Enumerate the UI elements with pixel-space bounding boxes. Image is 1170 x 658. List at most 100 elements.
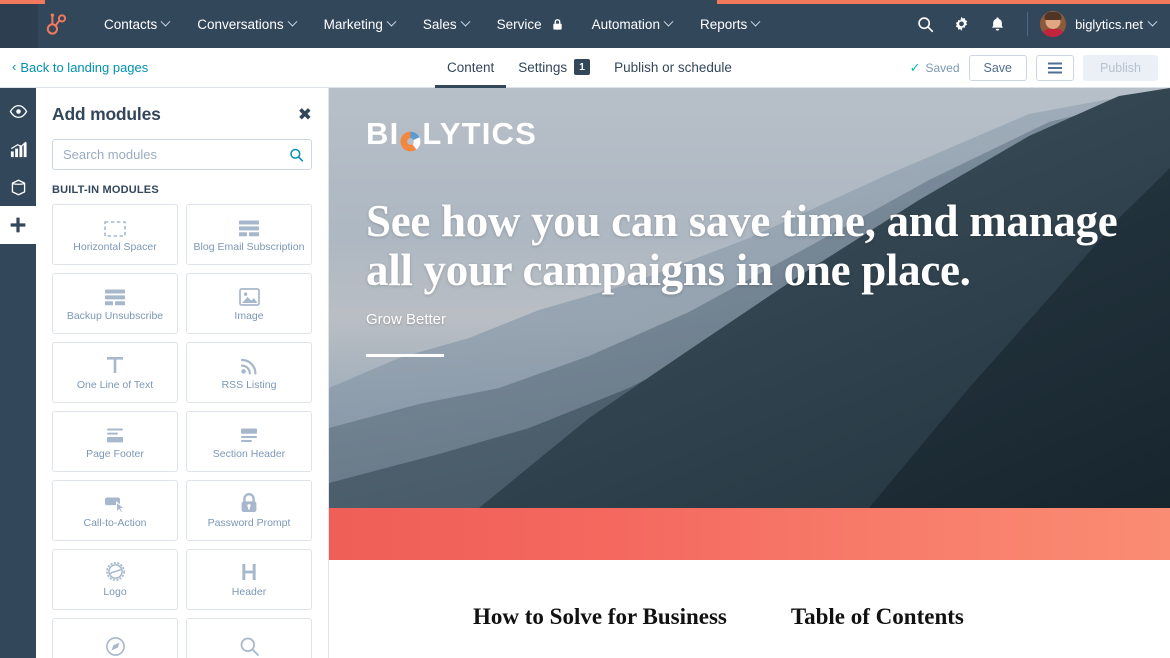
nav-item-contacts[interactable]: Contacts <box>90 0 183 48</box>
module-label: Password Prompt <box>207 517 291 530</box>
nav-item-service[interactable]: Service <box>483 0 578 48</box>
module-card-backup-unsubscribe[interactable]: Backup Unsubscribe <box>52 273 178 334</box>
hero-divider-rule <box>366 354 444 358</box>
add-modules-panel: Add modules ✖ BUILT-IN MODULES Horizonta… <box>36 88 329 658</box>
nav-item-label: Service <box>496 16 542 32</box>
back-to-landing-pages-link[interactable]: ‹ Back to landing pages <box>12 60 148 75</box>
tab-label: Settings <box>518 60 568 75</box>
tab-settings[interactable]: Settings 1 <box>506 48 602 88</box>
module-card-blog-email-subscription[interactable]: Blog Email Subscription <box>186 204 312 265</box>
nav-item-sales[interactable]: Sales <box>409 0 483 48</box>
chevron-down-icon <box>460 16 471 27</box>
nav-item-label: Conversations <box>197 16 284 32</box>
module-label: Header <box>231 586 267 599</box>
nav-item-label: Sales <box>422 16 457 32</box>
module-card-one-line-of-text[interactable]: One Line of Text <box>52 342 178 403</box>
save-button[interactable]: Save <box>968 54 1027 81</box>
chevron-down-icon <box>287 16 298 27</box>
module-card-page-footer[interactable]: Page Footer <box>52 411 178 472</box>
text-t-icon <box>105 353 125 375</box>
nav-item-marketing[interactable]: Marketing <box>310 0 409 48</box>
header-lines-icon <box>238 422 260 444</box>
nav-item-label: Contacts <box>104 16 158 32</box>
progress-bar-segment <box>45 0 717 4</box>
nav-item-reports[interactable]: Reports <box>686 0 773 48</box>
module-label: Backup Unsubscribe <box>66 310 164 323</box>
account-menu[interactable]: biglytics.net <box>1075 16 1158 32</box>
heading-how-to-solve-for-business[interactable]: How to Solve for Business <box>473 604 727 630</box>
avatar-hair <box>1044 12 1062 20</box>
module-label: Section Header <box>212 448 286 461</box>
tab-publish-or-schedule[interactable]: Publish or schedule <box>602 48 744 88</box>
preview-eye-icon[interactable] <box>0 92 36 130</box>
analytics-chart-icon[interactable] <box>0 130 36 168</box>
module-card-site-search[interactable] <box>186 618 312 658</box>
tab-content[interactable]: Content <box>435 48 507 88</box>
footer-lines-icon <box>104 422 126 444</box>
main-nav-right-cluster: biglytics.net <box>907 0 1170 48</box>
editor-sidebar-rail <box>0 88 36 658</box>
module-card-logo[interactable]: Logo <box>52 549 178 610</box>
compass-icon <box>105 635 126 657</box>
module-card-password-prompt[interactable]: Password Prompt <box>186 480 312 541</box>
biglytics-logo: BI LYTICS <box>366 116 1156 152</box>
module-card-compass[interactable] <box>52 618 178 658</box>
module-card-header[interactable]: Header <box>186 549 312 610</box>
gear-icon[interactable] <box>943 0 979 48</box>
nav-item-label: Reports <box>699 16 748 32</box>
nav-item-label: Marketing <box>323 16 383 32</box>
settings-badge-count: 1 <box>574 59 591 75</box>
section-label: BUILT-IN MODULES <box>52 184 159 196</box>
form-rows-icon <box>238 215 260 237</box>
module-card-rss-listing[interactable]: RSS Listing <box>186 342 312 403</box>
hamburger-menu-icon[interactable] <box>1036 54 1074 81</box>
module-card-image[interactable]: Image <box>186 273 312 334</box>
search-icon[interactable] <box>289 147 304 162</box>
lower-content-section: How to Solve for Business Table of Conte… <box>329 560 1170 658</box>
module-card-call-to-action[interactable]: Call-to-Action <box>52 480 178 541</box>
add-plus-icon[interactable] <box>0 206 36 244</box>
logo-text-before: BI <box>366 116 400 151</box>
module-card-section-header[interactable]: Section Header <box>186 411 312 472</box>
main-nav-items: Contacts Conversations Marketing Sales S… <box>90 0 773 48</box>
rss-icon <box>240 353 259 375</box>
module-label: RSS Listing <box>221 379 277 392</box>
search-input[interactable] <box>52 139 312 170</box>
module-card-horizontal-spacer[interactable]: Horizontal Spacer <box>52 204 178 265</box>
nav-item-conversations[interactable]: Conversations <box>183 0 309 48</box>
logo-badge-icon <box>105 560 126 582</box>
avatar[interactable] <box>1040 11 1067 37</box>
lock-icon <box>551 18 564 31</box>
chevron-down-icon <box>750 16 761 27</box>
hero-subheadline[interactable]: Grow Better <box>366 311 1156 328</box>
hero-headline[interactable]: See how you can save time, and manage al… <box>366 197 1156 294</box>
lock-icon <box>240 491 258 513</box>
publish-button[interactable]: Publish <box>1083 54 1158 81</box>
hero-section[interactable]: BI LYTICS See how you can save time, and… <box>329 88 1170 508</box>
heading-table-of-contents[interactable]: Table of Contents <box>791 604 964 630</box>
status-badge: ✓ Saved <box>910 60 960 76</box>
module-label: Logo <box>103 586 127 599</box>
nav-item-automation[interactable]: Automation <box>578 0 686 48</box>
bell-icon[interactable] <box>979 0 1015 48</box>
account-name-label: biglytics.net <box>1075 16 1143 32</box>
chevron-down-icon <box>160 16 171 27</box>
logo-text-after: LYTICS <box>422 116 537 151</box>
coral-color-band[interactable] <box>329 508 1170 560</box>
check-icon: ✓ <box>909 59 921 75</box>
chevron-down-icon <box>1147 16 1158 27</box>
back-link-label: Back to landing pages <box>20 60 149 75</box>
cube-module-icon[interactable] <box>0 168 36 206</box>
search-modules-wrapper <box>52 139 312 170</box>
close-icon[interactable]: ✖ <box>298 106 312 123</box>
search-icon[interactable] <box>907 0 943 48</box>
hubspot-sprocket-logo[interactable] <box>36 0 76 48</box>
landing-page-preview: BI LYTICS See how you can save time, and… <box>329 88 1170 658</box>
chevron-left-icon: ‹ <box>12 59 17 74</box>
editor-toolbar: ‹ Back to landing pages Content Settings… <box>0 48 1170 88</box>
module-grid: Horizontal Spacer Blog Email Subscriptio… <box>36 204 328 658</box>
tab-label: Publish or schedule <box>614 60 732 75</box>
heading-h-icon <box>240 560 258 582</box>
page-load-progress-bar <box>0 0 1170 4</box>
page-title: Add modules <box>52 104 161 124</box>
